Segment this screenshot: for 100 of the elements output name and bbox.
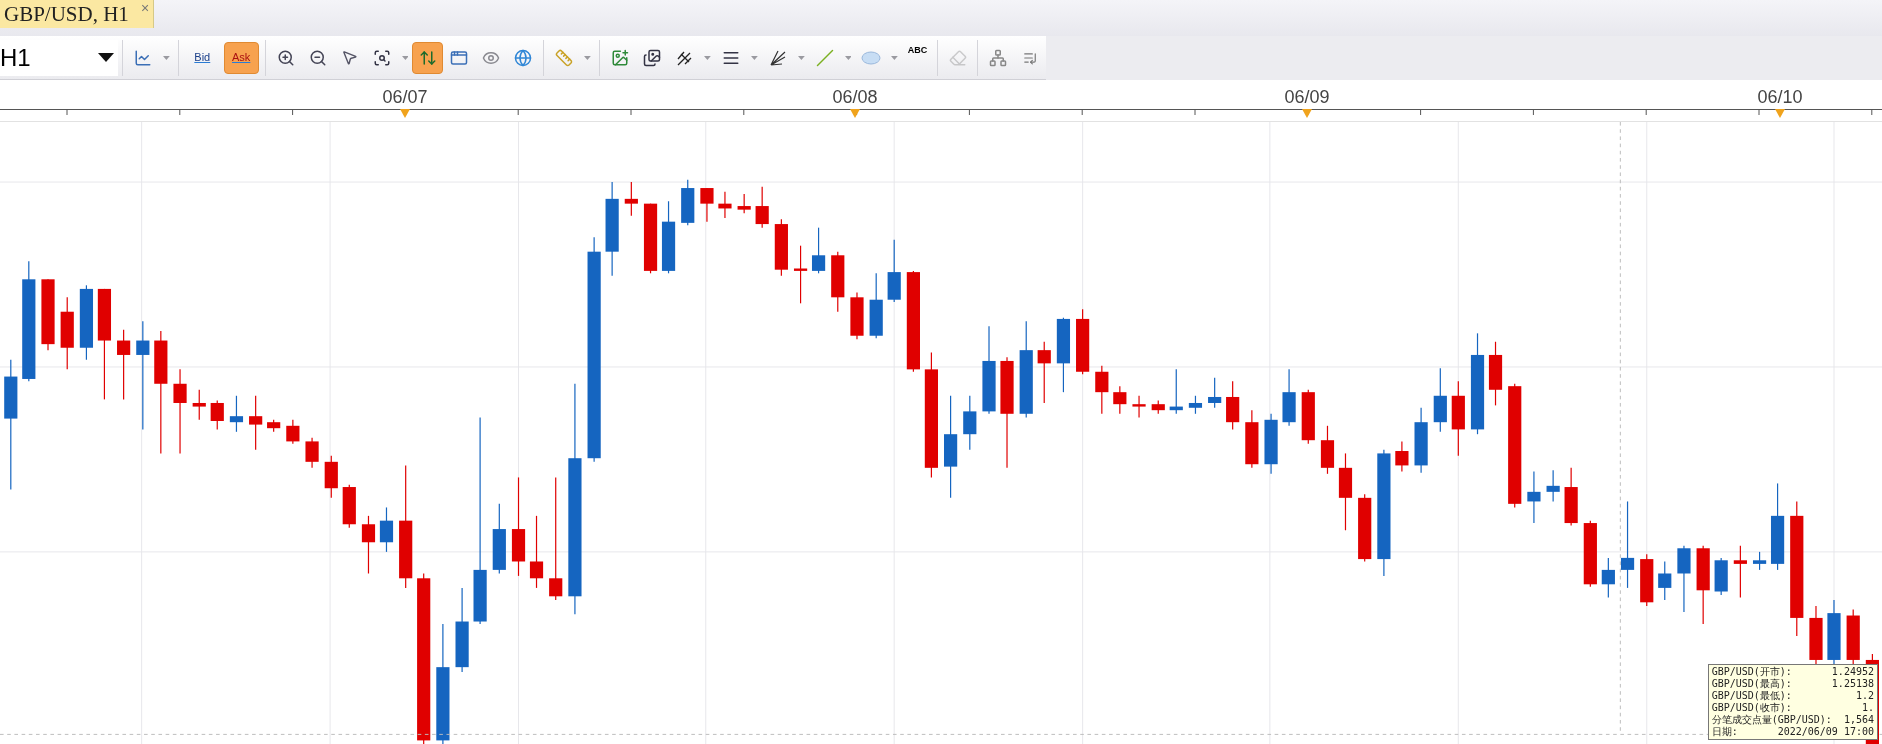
candlestick	[286, 419, 300, 445]
candlestick	[1037, 341, 1051, 404]
chart-window-icon	[643, 48, 662, 67]
candlestick	[850, 291, 864, 340]
candlestick	[1658, 560, 1672, 601]
candlestick	[1245, 409, 1259, 469]
date-marker-icon	[850, 109, 860, 118]
caret-icon[interactable]	[584, 55, 592, 60]
zoom-in-icon	[276, 48, 295, 67]
candlestick	[267, 419, 281, 433]
candlestick	[1320, 425, 1335, 475]
candlestick	[342, 484, 356, 529]
candlestick	[192, 389, 206, 421]
candlestick	[643, 203, 658, 274]
candlestick	[1564, 467, 1578, 527]
fan-icon	[768, 48, 787, 67]
candlestick	[1752, 551, 1767, 571]
date-label: 06/09	[1284, 86, 1330, 109]
window-edit-icon	[450, 48, 469, 67]
dropdown-arrow-icon[interactable]	[98, 53, 114, 62]
candlestick	[1208, 377, 1222, 409]
candlestick	[324, 455, 338, 499]
candlestick	[1358, 493, 1372, 563]
globe-icon	[514, 48, 533, 67]
candlestick	[1714, 557, 1728, 596]
candlestick	[117, 329, 131, 400]
auto-scroll-button[interactable]	[412, 41, 444, 74]
caret-icon[interactable]	[797, 55, 805, 60]
date-label: 06/08	[832, 86, 878, 109]
caret-icon[interactable]	[401, 55, 409, 60]
candlestick	[361, 515, 376, 575]
tooltip-value: 1.24952	[1831, 666, 1874, 678]
tooltip-value: 2022/06/09 17:00	[1777, 726, 1874, 738]
price-toggle[interactable]: Ask	[223, 41, 259, 74]
candlestick	[1264, 413, 1278, 475]
candlestick	[1546, 469, 1560, 503]
ruler-icon	[555, 48, 574, 67]
price-toggle[interactable]: Bid	[184, 41, 220, 74]
candlestick	[869, 272, 883, 339]
candlestick	[737, 193, 751, 214]
up-down-arrow-icon	[418, 48, 437, 67]
date-marker-icon	[400, 109, 410, 118]
tooltip-value: 1.	[1861, 702, 1874, 714]
candlestick	[887, 239, 901, 303]
caret-icon[interactable]	[704, 55, 711, 60]
candlestick	[1433, 367, 1447, 433]
candlestick	[1414, 407, 1428, 474]
candlestick	[1601, 557, 1615, 599]
date-label: 06/10	[1757, 86, 1803, 109]
candlestick	[1677, 545, 1691, 613]
candlestick	[1095, 365, 1109, 415]
candlestick	[305, 437, 319, 469]
candlestick	[1827, 599, 1841, 667]
date-marker-icon	[1775, 109, 1785, 118]
tooltip-value: 1,564	[1843, 714, 1874, 726]
candlestick	[700, 187, 714, 223]
candlestick	[1226, 380, 1240, 430]
candlestick	[1395, 440, 1409, 473]
add-image-icon	[611, 48, 630, 67]
tooltip-label: GBP/USD(最高):	[1711, 678, 1792, 690]
zoom-out-icon	[308, 48, 327, 67]
candlestick	[1640, 553, 1654, 607]
candlestick	[1188, 395, 1203, 415]
tab-title: GBP/USD, H1	[4, 1, 129, 28]
candlestick	[249, 395, 263, 451]
candlestick	[1076, 308, 1090, 375]
candlestick	[811, 227, 826, 274]
tooltip-label: GBP/USD(最低):	[1711, 690, 1792, 702]
candlestick	[1809, 605, 1823, 667]
candlestick	[210, 399, 224, 430]
ellipse-icon	[861, 50, 882, 65]
candlestick	[718, 191, 732, 219]
caret-icon[interactable]	[844, 55, 852, 60]
candlestick	[1733, 545, 1747, 599]
chart-type-icon	[134, 48, 153, 67]
tooltip-label: GBP/USD(收市):	[1711, 702, 1792, 714]
caret-icon[interactable]	[891, 55, 899, 60]
tooltip-label: GBP/USD(开市):	[1711, 666, 1792, 678]
text-tool-button[interactable]: ABC	[902, 41, 934, 74]
date-label: 06/07	[382, 86, 428, 109]
candlestick	[1846, 608, 1860, 667]
candlestick	[963, 395, 977, 451]
caret-icon[interactable]	[163, 55, 170, 60]
candlestick	[1583, 520, 1597, 588]
candlestick	[624, 181, 638, 217]
caret-icon[interactable]	[750, 55, 758, 60]
candlestick	[681, 179, 695, 226]
tooltip-label: 日期:	[1711, 726, 1738, 738]
chart-tab[interactable]: GBP/USD, H1 ×	[0, 0, 155, 28]
candlestick	[774, 218, 788, 277]
candlestick	[1527, 470, 1541, 524]
candlestick	[1282, 368, 1296, 427]
tooltip-label: 分笔成交点量(GBP/USD):	[1711, 714, 1832, 726]
line-icon	[815, 48, 834, 67]
close-button[interactable]: ×	[140, 0, 150, 16]
overflow-menu-icon	[1023, 50, 1037, 65]
candlestick	[1169, 368, 1183, 415]
pointer-icon	[341, 49, 359, 66]
candlestick	[229, 395, 244, 433]
tooltip-value: 1.25138	[1831, 678, 1874, 690]
